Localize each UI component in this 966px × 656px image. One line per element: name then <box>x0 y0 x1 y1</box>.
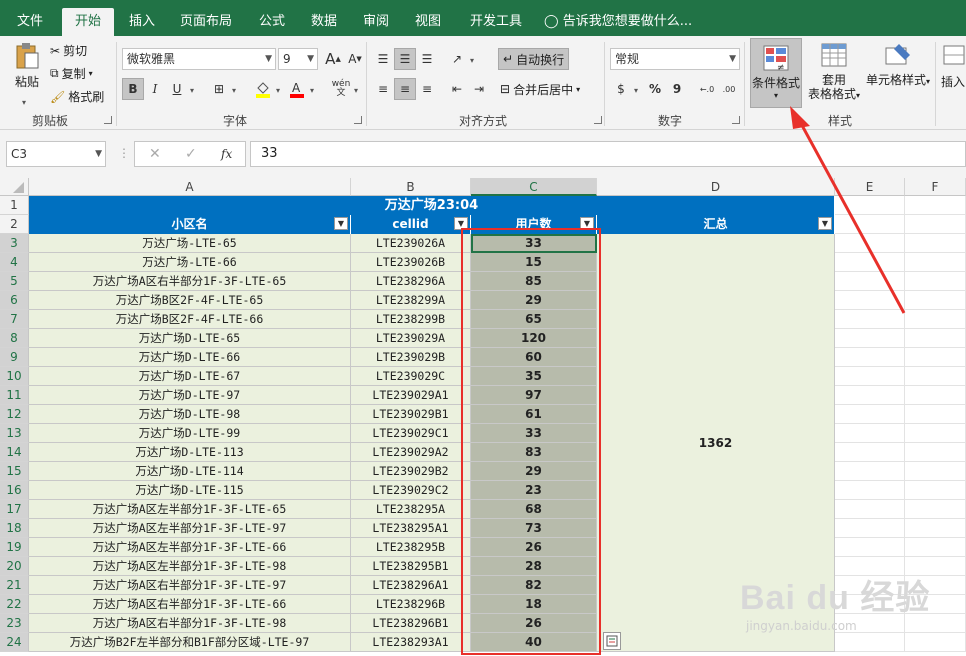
selection-highlight-box <box>461 228 601 655</box>
annotation-layer <box>461 106 906 655</box>
annotation-arrowhead-icon <box>790 106 810 129</box>
annotation-arrow-line <box>796 117 906 314</box>
